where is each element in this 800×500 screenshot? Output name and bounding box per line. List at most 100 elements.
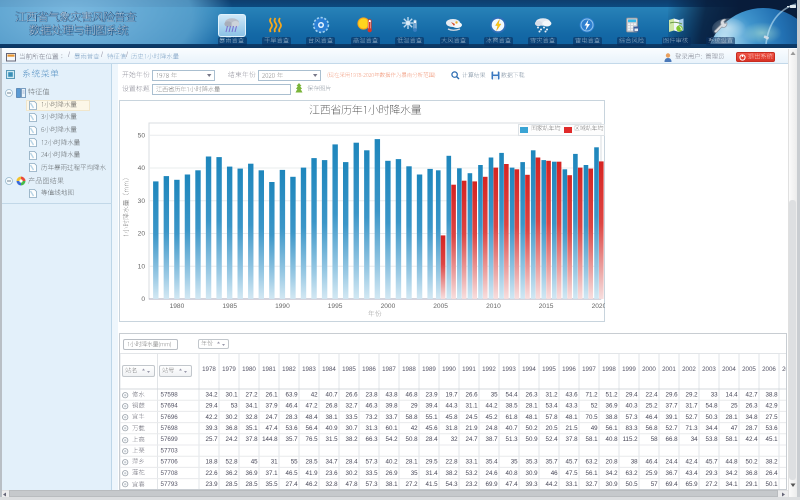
svg-text:57708: 57708: [160, 470, 178, 477]
svg-text:30.7: 30.7: [345, 425, 358, 432]
svg-text:45.7: 45.7: [565, 459, 578, 466]
svg-text:33: 33: [710, 391, 717, 398]
svg-text:50.2: 50.2: [525, 425, 538, 432]
svg-text:83.3: 83.3: [625, 425, 638, 432]
svg-text:57706: 57706: [160, 459, 178, 466]
svg-text:66.3: 66.3: [365, 436, 378, 443]
svg-text:44.2: 44.2: [485, 403, 498, 410]
svg-text:31.4: 31.4: [425, 470, 438, 477]
svg-text:1988: 1988: [402, 366, 416, 373]
svg-text:2002: 2002: [682, 366, 696, 373]
svg-text:63.2: 63.2: [625, 470, 638, 477]
svg-text:21.5: 21.5: [565, 425, 578, 432]
svg-text:31.1: 31.1: [465, 403, 478, 410]
svg-text:37.8: 37.8: [565, 436, 578, 443]
svg-text:57793: 57793: [160, 481, 178, 488]
svg-text:53: 53: [230, 403, 237, 410]
svg-text:36.8: 36.8: [745, 470, 758, 477]
svg-text:39.4: 39.4: [425, 403, 438, 410]
svg-text:29.4: 29.4: [625, 391, 638, 398]
svg-text:38.7: 38.7: [485, 436, 498, 443]
svg-text:38.8: 38.8: [605, 414, 618, 421]
svg-text:35.7: 35.7: [285, 436, 298, 443]
svg-text:54.8: 54.8: [705, 403, 718, 410]
svg-text:30: 30: [138, 198, 146, 205]
svg-text:69.4: 69.4: [665, 481, 678, 488]
svg-text:28.3: 28.3: [285, 414, 298, 421]
svg-text:2000: 2000: [642, 366, 656, 373]
svg-text:2006: 2006: [762, 366, 776, 373]
svg-text:30.2: 30.2: [345, 470, 358, 477]
svg-text:36.9: 36.9: [605, 403, 618, 410]
svg-text:29.1: 29.1: [745, 481, 758, 488]
svg-text:47.2: 47.2: [305, 403, 318, 410]
svg-text:42.7: 42.7: [745, 391, 758, 398]
svg-text:34.4: 34.4: [705, 425, 718, 432]
svg-text:23.8: 23.8: [365, 391, 378, 398]
svg-text:1994: 1994: [522, 366, 536, 373]
svg-text:38.1: 38.1: [325, 414, 338, 421]
svg-text:29.4: 29.4: [205, 403, 218, 410]
svg-text:52.7: 52.7: [685, 414, 698, 421]
svg-text:54.3: 54.3: [445, 481, 458, 488]
svg-text:26.4: 26.4: [765, 470, 778, 477]
svg-text:29.5: 29.5: [425, 459, 438, 466]
svg-text:52: 52: [590, 403, 597, 410]
svg-text:35.3: 35.3: [525, 459, 538, 466]
svg-text:33.5: 33.5: [345, 414, 358, 421]
svg-text:48.4: 48.4: [305, 414, 318, 421]
svg-text:76.5: 76.5: [305, 436, 318, 443]
svg-text:46.2: 46.2: [305, 481, 318, 488]
svg-text:71.2: 71.2: [585, 391, 598, 398]
svg-text:50.8: 50.8: [405, 436, 418, 443]
svg-text:22.6: 22.6: [205, 470, 218, 477]
svg-text:54.2: 54.2: [385, 436, 398, 443]
svg-text:1982: 1982: [282, 366, 296, 373]
svg-text:57.3: 57.3: [365, 459, 378, 466]
svg-text:1989: 1989: [422, 366, 436, 373]
svg-text:58.1: 58.1: [725, 436, 738, 443]
svg-text:28.5: 28.5: [305, 459, 318, 466]
svg-text:73.2: 73.2: [365, 414, 378, 421]
svg-text:2001: 2001: [662, 366, 676, 373]
svg-text:23.9: 23.9: [205, 481, 218, 488]
svg-text:47.4: 47.4: [505, 481, 518, 488]
svg-text:56.4: 56.4: [305, 425, 318, 432]
svg-text:52.4: 52.4: [545, 436, 558, 443]
svg-text:53.6: 53.6: [285, 425, 298, 432]
svg-text:28.1: 28.1: [725, 414, 738, 421]
svg-text:45.8: 45.8: [445, 414, 458, 421]
svg-text:69.9: 69.9: [485, 481, 498, 488]
svg-text:1990: 1990: [275, 303, 290, 310]
svg-text:43.6: 43.6: [565, 391, 578, 398]
svg-text:38.2: 38.2: [765, 459, 778, 466]
svg-text:57703: 57703: [160, 447, 178, 454]
svg-text:33.5: 33.5: [365, 470, 378, 477]
svg-text:26.3: 26.3: [525, 391, 538, 398]
svg-text:40.8: 40.8: [505, 470, 518, 477]
svg-text:50.3: 50.3: [705, 414, 718, 421]
svg-text:46.8: 46.8: [405, 391, 418, 398]
svg-text:22.4: 22.4: [645, 391, 658, 398]
svg-text:0: 0: [141, 296, 145, 303]
svg-text:1993: 1993: [502, 366, 516, 373]
svg-text:25.9: 25.9: [645, 470, 658, 477]
svg-text:42.4: 42.4: [745, 436, 758, 443]
svg-text:38: 38: [630, 459, 637, 466]
svg-text:53.8: 53.8: [705, 436, 718, 443]
svg-text:37.9: 37.9: [265, 403, 278, 410]
svg-text:1985: 1985: [342, 366, 356, 373]
svg-text:53.4: 53.4: [545, 403, 558, 410]
svg-text:40: 40: [138, 165, 146, 172]
svg-text:36.8: 36.8: [225, 425, 238, 432]
svg-text:31.7: 31.7: [685, 403, 698, 410]
svg-text:34.7: 34.7: [325, 459, 338, 466]
svg-text:43.8: 43.8: [385, 391, 398, 398]
svg-text:45.7: 45.7: [705, 459, 718, 466]
svg-text:2020: 2020: [592, 303, 605, 310]
svg-text:50.2: 50.2: [745, 459, 758, 466]
svg-text:20.8: 20.8: [605, 459, 618, 466]
svg-text:47.4: 47.4: [265, 425, 278, 432]
svg-text:39.8: 39.8: [385, 403, 398, 410]
svg-text:1986: 1986: [362, 366, 376, 373]
